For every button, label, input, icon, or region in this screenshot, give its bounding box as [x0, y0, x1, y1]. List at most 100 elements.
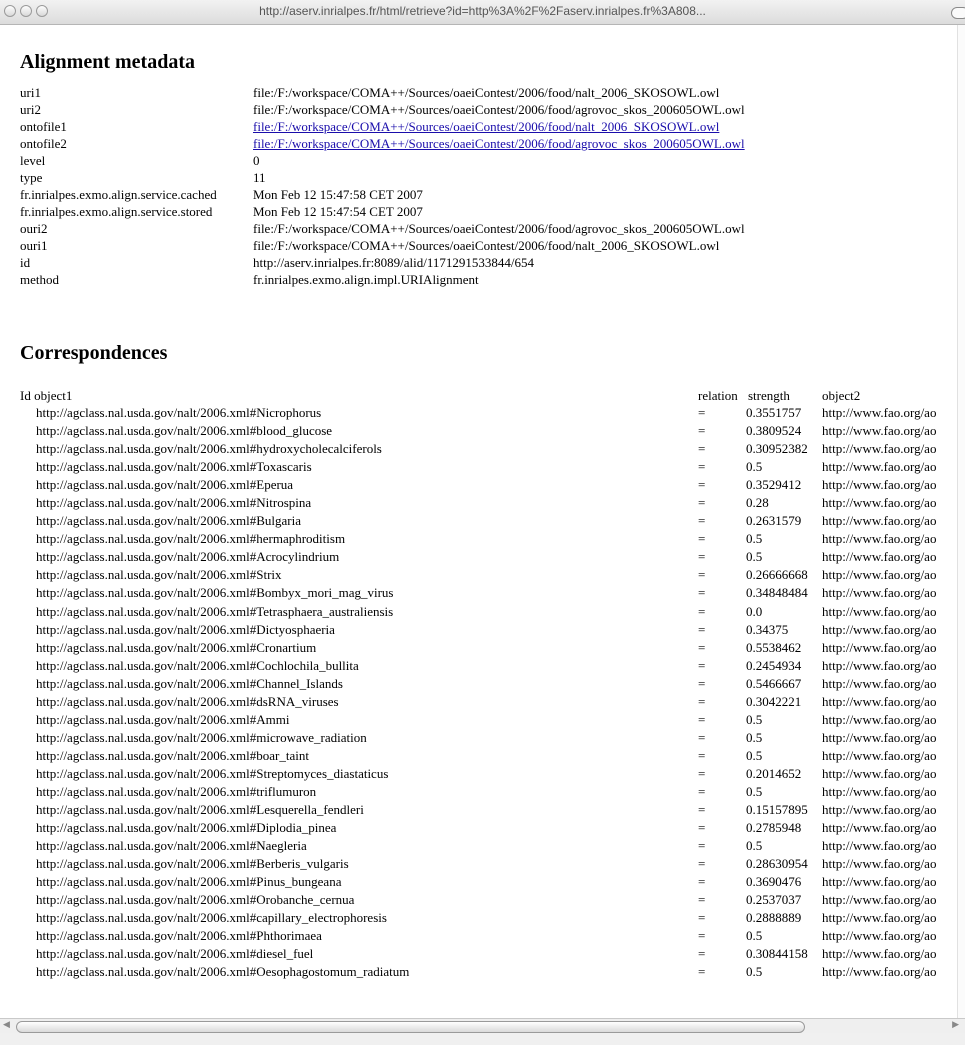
relation-cell: =: [698, 675, 706, 691]
metadata-value: file:/F:/workspace/COMA++/Sources/oaeiCo…: [253, 135, 745, 152]
metadata-key: uri1: [20, 85, 41, 100]
horizontal-scrollbar[interactable]: ◀ ▶: [0, 1018, 965, 1034]
object1-cell: http://agclass.nal.usda.gov/nalt/2006.xm…: [36, 639, 317, 655]
object1-cell: http://agclass.nal.usda.gov/nalt/2006.xm…: [36, 603, 394, 619]
relation-cell: =: [698, 639, 706, 655]
ontofile2-link[interactable]: file:/F:/workspace/COMA++/Sources/oaeiCo…: [253, 136, 745, 151]
object1-cell: http://agclass.nal.usda.gov/nalt/2006.xm…: [36, 477, 294, 493]
object2-cell: http://www.fao.org/ao: [822, 477, 937, 493]
metadata-row: type 11: [20, 169, 745, 186]
strength-cell: 0.2537037: [746, 892, 802, 908]
metadata-key: ontofile1: [20, 119, 67, 134]
relation-cell: =: [698, 802, 706, 818]
strength-cell: 0.26666668: [746, 567, 808, 583]
metadata-row: id http://aserv.inrialpes.fr:8089/alid/11…: [20, 254, 745, 271]
strength-cell: 0.15157895: [746, 802, 808, 818]
horizontal-scroll-thumb[interactable]: [16, 1021, 805, 1033]
object2-cell: http://www.fao.org/ao: [822, 441, 937, 457]
relation-cell: =: [698, 820, 706, 836]
object1-cell: http://agclass.nal.usda.gov/nalt/2006.xm…: [36, 838, 307, 854]
correspondence-row: http://agclass.nal.usda.gov/nalt/2006.xm…: [0, 675, 958, 693]
relation-cell: =: [698, 495, 706, 511]
correspondence-row: http://agclass.nal.usda.gov/nalt/2006.xm…: [0, 566, 958, 584]
correspondence-row: http://agclass.nal.usda.gov/nalt/2006.xm…: [0, 404, 958, 422]
relation-cell: =: [698, 964, 706, 980]
object1-cell: http://agclass.nal.usda.gov/nalt/2006.xm…: [36, 621, 335, 637]
correspondence-row: http://agclass.nal.usda.gov/nalt/2006.xm…: [0, 819, 958, 837]
object1-cell: http://agclass.nal.usda.gov/nalt/2006.xm…: [36, 549, 340, 565]
correspondence-row: http://agclass.nal.usda.gov/nalt/2006.xm…: [0, 747, 958, 765]
correspondences-table: http://agclass.nal.usda.gov/nalt/2006.xm…: [0, 404, 958, 982]
object1-cell: http://agclass.nal.usda.gov/nalt/2006.xm…: [36, 405, 322, 420]
metadata-key: uri2: [20, 102, 41, 117]
correspondence-row: http://agclass.nal.usda.gov/nalt/2006.xm…: [0, 945, 958, 963]
metadata-row: ouri1 file:/F:/workspace/COMA++/Sources/o…: [20, 237, 745, 254]
object1-cell: http://agclass.nal.usda.gov/nalt/2006.xm…: [36, 675, 343, 691]
metadata-value: Mon Feb 12 15:47:58 CET 2007: [253, 187, 423, 202]
metadata-key: ouri1: [20, 238, 48, 253]
metadata-row: ontofile1 file:/F:/workspace/COMA++/Sourc…: [20, 118, 745, 135]
toolbar-toggle-button[interactable]: [951, 7, 965, 19]
correspondence-row: http://agclass.nal.usda.gov/nalt/2006.xm…: [0, 855, 958, 873]
strength-cell: 0.2785948: [746, 820, 802, 836]
metadata-table: uri1 file:/F:/workspace/COMA++/Sources/oa…: [20, 84, 745, 288]
correspondence-row: http://agclass.nal.usda.gov/nalt/2006.xm…: [0, 458, 958, 476]
page-content: Alignment metadata uri1 file:/F:/workspac…: [0, 25, 958, 1020]
correspondence-row: http://agclass.nal.usda.gov/nalt/2006.xm…: [0, 621, 958, 639]
object2-cell: http://www.fao.org/ao: [822, 531, 937, 547]
vertical-scrollbar[interactable]: [957, 25, 965, 1020]
relation-cell: =: [698, 549, 706, 565]
object2-cell: http://www.fao.org/ao: [822, 567, 937, 583]
ontofile1-link[interactable]: file:/F:/workspace/COMA++/Sources/oaeiCo…: [253, 119, 719, 134]
scroll-right-arrow-icon[interactable]: ▶: [952, 1020, 959, 1030]
relation-cell: =: [698, 657, 706, 673]
correspondence-row: http://agclass.nal.usda.gov/nalt/2006.xm…: [0, 891, 958, 909]
strength-cell: 0.5538462: [746, 639, 802, 655]
strength-cell: 0.5466667: [746, 675, 802, 691]
relation-cell: =: [698, 513, 706, 529]
correspondence-row: http://agclass.nal.usda.gov/nalt/2006.xm…: [0, 765, 958, 783]
metadata-value: file:/F:/workspace/COMA++/Sources/oaeiCo…: [253, 221, 745, 236]
object2-cell: http://www.fao.org/ao: [822, 946, 937, 962]
relation-cell: =: [698, 928, 706, 944]
object1-cell: http://agclass.nal.usda.gov/nalt/2006.xm…: [36, 423, 333, 439]
metadata-value: Mon Feb 12 15:47:54 CET 2007: [253, 204, 423, 219]
object2-cell: http://www.fao.org/ao: [822, 964, 937, 980]
object1-cell: http://agclass.nal.usda.gov/nalt/2006.xm…: [36, 802, 364, 818]
strength-cell: 0.3042221: [746, 693, 802, 709]
object2-cell: http://www.fao.org/ao: [822, 549, 937, 565]
scroll-left-arrow-icon[interactable]: ◀: [3, 1020, 10, 1030]
object2-cell: http://www.fao.org/ao: [822, 783, 937, 799]
relation-cell: =: [698, 747, 706, 763]
strength-cell: 0.30844158: [746, 946, 808, 962]
object1-cell: http://agclass.nal.usda.gov/nalt/2006.xm…: [36, 928, 322, 944]
correspondence-row: http://agclass.nal.usda.gov/nalt/2006.xm…: [0, 963, 958, 981]
header-object2: object2: [822, 388, 861, 403]
relation-cell: =: [698, 567, 706, 583]
window-title-url: http://aserv.inrialpes.fr/html/retrieve?…: [259, 4, 706, 18]
relation-cell: =: [698, 423, 706, 439]
object2-cell: http://www.fao.org/ao: [822, 928, 937, 944]
metadata-key: level: [20, 153, 46, 168]
correspondence-row: http://agclass.nal.usda.gov/nalt/2006.xm…: [0, 801, 958, 819]
correspondence-row: http://agclass.nal.usda.gov/nalt/2006.xm…: [0, 603, 958, 621]
object1-cell: http://agclass.nal.usda.gov/nalt/2006.xm…: [36, 783, 317, 799]
relation-cell: =: [698, 765, 706, 781]
relation-cell: =: [698, 621, 706, 637]
object1-cell: http://agclass.nal.usda.gov/nalt/2006.xm…: [36, 513, 302, 529]
object1-cell: http://agclass.nal.usda.gov/nalt/2006.xm…: [36, 964, 410, 980]
metadata-key: ontofile2: [20, 136, 67, 151]
relation-cell: =: [698, 856, 706, 872]
metadata-row: uri1 file:/F:/workspace/COMA++/Sources/oa…: [20, 84, 745, 101]
metadata-value: file:/F:/workspace/COMA++/Sources/oaeiCo…: [253, 238, 720, 253]
correspondence-row: http://agclass.nal.usda.gov/nalt/2006.xm…: [0, 639, 958, 657]
correspondence-row: http://agclass.nal.usda.gov/nalt/2006.xm…: [0, 548, 958, 566]
object1-cell: http://agclass.nal.usda.gov/nalt/2006.xm…: [36, 495, 312, 511]
object2-cell: http://www.fao.org/ao: [822, 711, 937, 727]
object1-cell: http://agclass.nal.usda.gov/nalt/2006.xm…: [36, 765, 389, 781]
metadata-row: uri2 file:/F:/workspace/COMA++/Sources/oa…: [20, 101, 745, 118]
object1-cell: http://agclass.nal.usda.gov/nalt/2006.xm…: [36, 856, 349, 872]
object2-cell: http://www.fao.org/ao: [822, 675, 937, 691]
metadata-key: ouri2: [20, 221, 48, 236]
relation-cell: =: [698, 531, 706, 547]
